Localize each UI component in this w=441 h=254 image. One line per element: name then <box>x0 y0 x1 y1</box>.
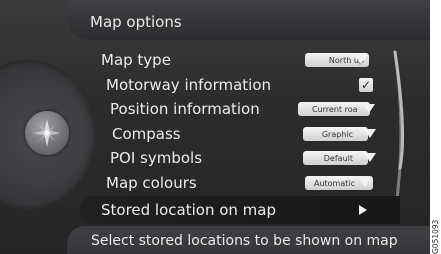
menu-item-label: Map colours <box>106 174 197 192</box>
value-text: Default <box>323 153 353 163</box>
position-information-value[interactable]: Current roa <box>298 102 370 116</box>
scrollbar[interactable] <box>393 48 405 218</box>
menu-item-label: Map type <box>101 51 171 69</box>
menu-item-map-type[interactable]: Map type <box>101 48 171 72</box>
menu-item-poi-symbols[interactable]: POI symbols <box>110 146 202 170</box>
chevron-down-icon <box>364 129 376 138</box>
chevron-down-icon <box>364 153 376 162</box>
compass-rose-graphic <box>33 119 61 147</box>
chevron-down-icon <box>355 55 367 64</box>
value-text: Graphic <box>321 129 353 139</box>
menu-item-label: Compass <box>112 125 181 143</box>
motorway-information-checkbox[interactable]: ✓ <box>359 78 373 92</box>
chevron-down-icon <box>359 178 371 187</box>
footer-help-text: Select stored locations to be shown on m… <box>91 233 398 249</box>
menu-item-label: Stored location on map <box>101 201 276 219</box>
menu-item-map-colours[interactable]: Map colours <box>106 171 197 195</box>
chevron-down-icon <box>363 104 375 113</box>
chevron-right-icon <box>359 205 367 215</box>
compass-icon[interactable] <box>25 111 69 155</box>
image-code: G051093 <box>431 219 440 254</box>
page-title: Map options <box>90 13 182 31</box>
menu-item-stored-location-on-map[interactable]: Stored location on map <box>101 198 276 222</box>
menu-item-motorway-information[interactable]: Motorway information <box>106 73 271 97</box>
map-options-screen: Map options Map type North up Motorway i… <box>0 0 430 254</box>
menu-item-label: Motorway information <box>106 76 272 94</box>
menu-item-compass[interactable]: Compass <box>112 122 181 146</box>
value-text: Current roa <box>312 104 358 114</box>
poi-symbols-value[interactable]: Default <box>303 151 368 165</box>
menu-item-label: Position information <box>110 100 260 118</box>
scroll-thumb <box>393 50 405 170</box>
compass-value[interactable]: Graphic <box>303 127 368 141</box>
value-text: Automatic <box>313 178 355 188</box>
checkmark-icon: ✓ <box>360 78 372 92</box>
menu-item-label: POI symbols <box>110 149 203 167</box>
menu-item-position-information[interactable]: Position information <box>110 97 260 121</box>
